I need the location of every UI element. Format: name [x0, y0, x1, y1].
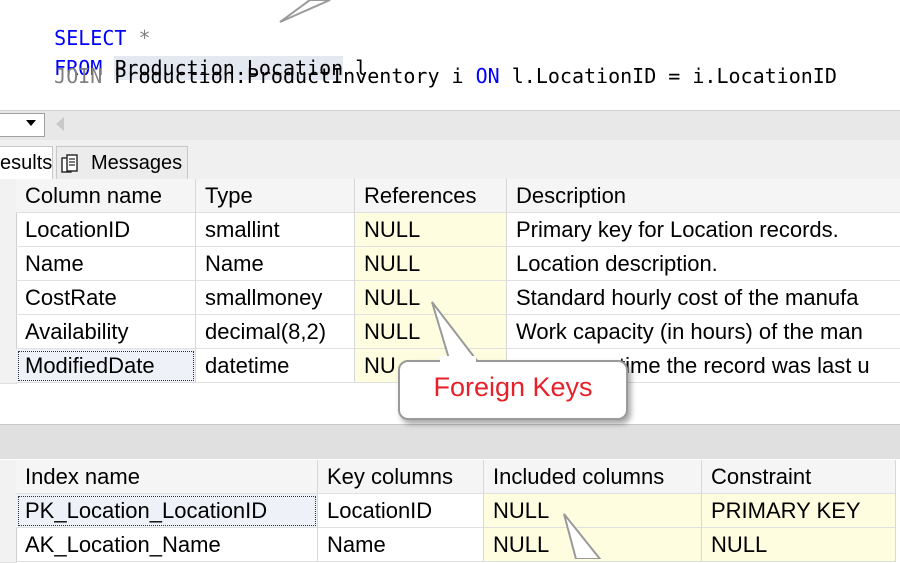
column-header-included-columns[interactable]: Included columns — [484, 460, 702, 494]
grid-splitter[interactable] — [0, 424, 900, 459]
sql-editor[interactable]: SELECT * FROM Production.Location l JOIN… — [0, 0, 900, 108]
foreign-keys-callout: Foreign Keys — [398, 360, 628, 420]
row-selector[interactable] — [0, 528, 17, 563]
row-selector[interactable] — [0, 247, 17, 282]
keyword-on: ON — [475, 64, 500, 88]
tab-results[interactable]: esults — [0, 146, 53, 180]
table-cell[interactable]: Primary key for Location records. — [507, 213, 900, 247]
table-cell[interactable]: PRIMARY KEY — [702, 494, 896, 528]
zoom-dropdown[interactable] — [0, 113, 45, 137]
table-cell[interactable]: smallmoney — [196, 281, 355, 315]
table-cell[interactable]: LocationID — [318, 494, 484, 528]
callout-label: Foreign Keys — [433, 372, 593, 402]
tab-messages[interactable]: Messages — [56, 146, 188, 180]
table-cell[interactable]: NULL — [702, 528, 896, 562]
column-header-key-columns[interactable]: Key columns — [318, 460, 484, 494]
code-line-3: JOIN Production.ProductInventory i ON l.… — [6, 64, 837, 112]
row-selector[interactable] — [0, 349, 17, 384]
row-header-corner[interactable] — [0, 179, 17, 214]
chevron-down-icon — [26, 120, 36, 126]
table-cell[interactable]: Availability — [16, 315, 196, 349]
table-cell[interactable]: Standard hourly cost of the manufa — [507, 281, 900, 315]
table-cell[interactable]: Work capacity (in hours) of the man — [507, 315, 900, 349]
column-header-column-name[interactable]: Column name — [16, 179, 196, 213]
column-header-type[interactable]: Type — [196, 179, 355, 213]
table-cell[interactable]: Name — [16, 247, 196, 281]
row-header-corner[interactable] — [0, 460, 17, 495]
column-header-index-name[interactable]: Index name — [16, 460, 318, 494]
row-selector[interactable] — [0, 315, 17, 350]
table-cell[interactable]: Name — [196, 247, 355, 281]
tab-results-label: esults — [0, 152, 53, 174]
table-cell[interactable]: Name — [318, 528, 484, 562]
table-cell[interactable]: smallint — [196, 213, 355, 247]
messages-icon — [61, 154, 78, 173]
column-header-description[interactable]: Description — [507, 179, 900, 213]
callout-pointer-bottom — [563, 513, 602, 559]
row-selector[interactable] — [0, 281, 17, 316]
table-cell[interactable]: datetime — [196, 349, 355, 383]
callout-pointer-mask — [440, 356, 476, 364]
callout-pointer-top — [279, 0, 331, 23]
table-cell[interactable]: Location description. — [507, 247, 900, 281]
table-cell[interactable]: LocationID — [16, 213, 196, 247]
table-name-inventory: Production.ProductInventory i — [102, 64, 476, 88]
table-cell-references[interactable]: NULL — [355, 247, 507, 281]
table-cell[interactable]: CostRate — [16, 281, 196, 315]
column-header-references[interactable]: References — [355, 179, 507, 213]
join-condition: l.LocationID = i.LocationID — [499, 64, 837, 88]
column-header-constraint[interactable]: Constraint — [702, 460, 896, 494]
horizontal-scrollbar[interactable] — [0, 110, 900, 141]
table-cell-selected[interactable]: PK_Location_LocationID — [16, 494, 318, 528]
table-cell[interactable]: AK_Location_Name — [16, 528, 318, 562]
row-selector[interactable] — [0, 213, 17, 248]
row-selector[interactable] — [0, 494, 17, 529]
table-cell[interactable]: decimal(8,2) — [196, 315, 355, 349]
table-cell-references[interactable]: NULL — [355, 213, 507, 247]
scroll-left-arrow-icon[interactable] — [56, 117, 64, 131]
table-cell-selected[interactable]: ModifiedDate — [16, 349, 196, 383]
keyword-join: JOIN — [54, 64, 103, 88]
tab-messages-label: Messages — [91, 152, 183, 174]
